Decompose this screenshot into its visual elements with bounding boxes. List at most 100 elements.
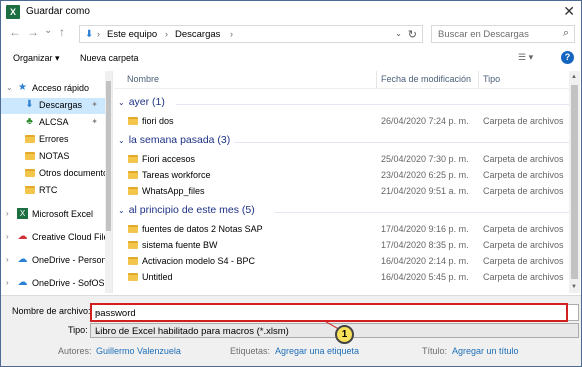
chevron-right-icon[interactable]: › xyxy=(6,232,9,241)
list-item[interactable]: Tareas workforce 23/04/2020 6:25 p. m. C… xyxy=(114,167,574,183)
sidebar-item-label: Errores xyxy=(39,134,69,144)
refresh-icon[interactable]: ↻ xyxy=(408,28,417,41)
group-divider xyxy=(274,212,571,213)
list-item[interactable]: Activacion modelo S4 - BPC 16/04/2020 2:… xyxy=(114,253,574,269)
sidebar-item-descargas[interactable]: ⬇ Descargas ✦ xyxy=(1,98,112,114)
sidebar-item-quick-access[interactable]: ⌄ ★ Acceso rápido xyxy=(1,81,112,97)
tags-label: Etiquetas: xyxy=(230,346,271,356)
sidebar-item-notas[interactable]: NOTAS xyxy=(1,149,112,165)
file-name: fuentes de datos 2 Notas SAP xyxy=(142,224,263,234)
address-bar[interactable]: ⬇ › Este equipo › Descargas › ⌄ ↻ xyxy=(79,25,423,43)
file-list-scrollbar[interactable]: ▲ ▼ xyxy=(569,71,580,293)
breadcrumb-downloads[interactable]: Descargas xyxy=(175,29,220,40)
chevron-down-icon[interactable]: ⌄ xyxy=(44,25,52,36)
title-value[interactable]: Agregar un título xyxy=(452,346,519,356)
group-label: al principio de este mes (5) xyxy=(128,204,255,216)
search-input[interactable]: Buscar en Descargas ⌕ xyxy=(431,25,575,43)
authors-value[interactable]: Guillermo Valenzuela xyxy=(96,346,181,356)
file-type: Carpeta de archivos xyxy=(483,116,564,126)
folder-icon xyxy=(128,117,138,127)
scroll-down-icon[interactable]: ▼ xyxy=(571,284,577,290)
file-type: Carpeta de archivos xyxy=(483,186,564,196)
sidebar-item-label: ALCSA xyxy=(39,117,69,127)
dialog-title: Guardar como xyxy=(26,6,90,17)
group-header[interactable]: ⌄ ayer (1) xyxy=(118,96,165,108)
sidebar-item-errores[interactable]: Errores xyxy=(1,132,112,148)
file-date: 25/04/2020 7:30 p. m. xyxy=(381,154,469,164)
folder-icon xyxy=(24,186,35,197)
pin-icon[interactable]: ✦ xyxy=(91,100,98,109)
column-divider[interactable] xyxy=(376,71,377,89)
file-name: Activacion modelo S4 - BPC xyxy=(142,256,256,266)
download-icon: ⬇ xyxy=(25,99,34,110)
group-header[interactable]: ⌄ al principio de este mes (5) xyxy=(118,204,255,216)
list-item[interactable]: sistema fuente BW 17/04/2020 8:35 p. m. … xyxy=(114,237,574,253)
file-type: Carpeta de archivos xyxy=(483,154,564,164)
group-divider xyxy=(234,142,571,143)
sidebar-item-label: Acceso rápido xyxy=(32,83,90,93)
chevron-down-icon[interactable]: ⌄ xyxy=(118,206,125,215)
folder-icon xyxy=(128,187,138,197)
chevron-right-icon[interactable]: › xyxy=(6,278,9,287)
sidebar-item-excel[interactable]: › X Microsoft Excel xyxy=(1,207,112,223)
chevron-down-icon[interactable]: ⌄ xyxy=(6,83,13,92)
list-item[interactable]: fuentes de datos 2 Notas SAP 17/04/2020 … xyxy=(114,221,574,237)
chevron-down-icon[interactable]: ⌄ xyxy=(118,98,125,107)
chevron-right-icon[interactable]: › xyxy=(6,255,9,264)
filename-label: Nombre de archivo: xyxy=(12,306,91,316)
chevron-down-icon[interactable]: ⌄ xyxy=(118,136,125,145)
chevron-down-icon[interactable]: ⌄ xyxy=(395,29,402,38)
save-options-panel: Nombre de archivo: password ⌄ Tipo: Libr… xyxy=(1,295,581,366)
organize-button[interactable]: Organizar ▾ xyxy=(13,53,60,64)
column-date[interactable]: Fecha de modificación xyxy=(381,74,471,84)
scroll-up-icon[interactable]: ▲ xyxy=(571,74,577,80)
list-item[interactable]: Fiori accesos 25/04/2020 7:30 p. m. Carp… xyxy=(114,151,574,167)
back-icon[interactable]: ← xyxy=(9,25,21,39)
file-date: 26/04/2020 7:24 p. m. xyxy=(381,116,469,126)
sidebar-item-label: Otros documentos xyxy=(39,168,112,178)
search-icon[interactable]: ⌕ xyxy=(563,27,569,40)
scrollbar-thumb[interactable] xyxy=(571,85,578,279)
filename-highlight-box xyxy=(90,303,568,322)
tags-value[interactable]: Agregar una etiqueta xyxy=(275,346,359,356)
list-item[interactable]: Untitled 16/04/2020 5:45 p. m. Carpeta d… xyxy=(114,269,574,285)
file-date: 17/04/2020 9:16 p. m. xyxy=(381,224,469,234)
column-name[interactable]: Nombre xyxy=(127,74,159,84)
navigation-bar: ← → ⌄ ↑ ⬇ › Este equipo › Descargas › ⌄ … xyxy=(1,23,581,45)
sidebar-scrollbar[interactable] xyxy=(105,71,112,293)
file-type: Carpeta de archivos xyxy=(483,272,564,282)
pin-icon[interactable]: ✦ xyxy=(91,117,98,126)
cloud-icon: ☁ xyxy=(17,254,28,265)
sidebar-item-onedrive-personal[interactable]: › ☁ OneDrive - Personal xyxy=(1,253,112,269)
sidebar-item-otros[interactable]: Otros documentos xyxy=(1,166,112,182)
close-icon[interactable]: ✕ xyxy=(563,3,575,20)
folder-icon xyxy=(24,169,35,180)
up-icon[interactable]: ↑ xyxy=(59,25,65,39)
file-list: Nombre Fecha de modificación Tipo ⌄ ayer … xyxy=(114,71,581,293)
view-options-icon[interactable]: ☰ ▾ xyxy=(518,52,533,63)
sidebar-item-label: RTC xyxy=(39,185,58,195)
download-icon: ⬇ xyxy=(85,29,94,40)
sidebar-item-onedrive-sofos[interactable]: › ☁ OneDrive - SofOS xyxy=(1,276,112,292)
list-item[interactable]: fiori dos 26/04/2020 7:24 p. m. Carpeta … xyxy=(114,113,574,129)
excel-icon: X xyxy=(6,5,20,19)
sidebar-item-rtc[interactable]: RTC xyxy=(1,183,112,199)
list-item[interactable]: WhatsApp_files 21/04/2020 9:51 a. m. Car… xyxy=(114,183,574,199)
breadcrumb-this-pc[interactable]: Este equipo xyxy=(107,29,157,40)
file-type: Carpeta de archivos xyxy=(483,170,564,180)
scrollbar-thumb[interactable] xyxy=(106,81,111,231)
sidebar-item-alcsa[interactable]: ♣ ALCSA ✦ xyxy=(1,115,112,131)
sidebar-item-label: OneDrive - Personal xyxy=(32,255,112,265)
file-type: Carpeta de archivos xyxy=(483,224,564,234)
column-divider[interactable] xyxy=(478,71,479,89)
help-icon[interactable]: ? xyxy=(561,51,574,64)
sidebar-item-creative-cloud[interactable]: › ☁ Creative Cloud Files xyxy=(1,230,112,246)
new-folder-button[interactable]: Nueva carpeta xyxy=(80,53,139,63)
group-header[interactable]: ⌄ la semana pasada (3) xyxy=(118,134,230,146)
folder-icon xyxy=(128,257,138,267)
column-type[interactable]: Tipo xyxy=(483,74,500,84)
chevron-right-icon[interactable]: › xyxy=(6,209,9,218)
forward-icon[interactable]: → xyxy=(27,25,39,39)
star-icon: ★ xyxy=(18,82,27,93)
toolbar: Organizar ▾ Nueva carpeta ☰ ▾ ? xyxy=(1,47,581,69)
